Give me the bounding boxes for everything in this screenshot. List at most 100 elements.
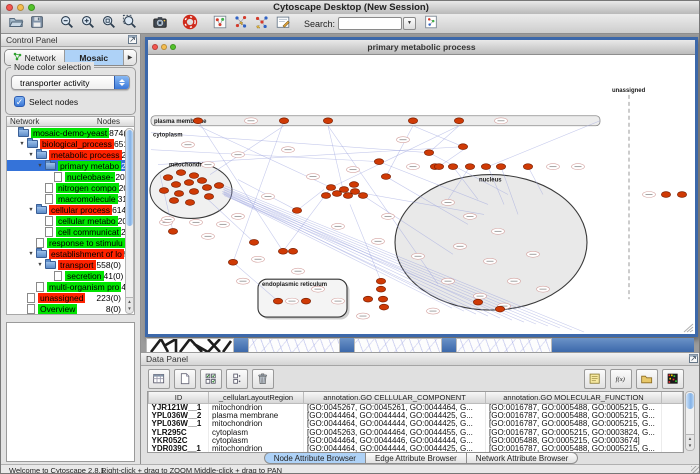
tree-item-secretion[interactable]: secretion41(0) — [7, 270, 134, 281]
import-attributes-button[interactable] — [636, 369, 658, 389]
tree-scrollbar[interactable]: ▲▼ — [125, 128, 134, 314]
network-node[interactable] — [189, 189, 198, 195]
column-header-id[interactable]: ID — [149, 392, 209, 404]
background-window-fragment[interactable] — [248, 338, 340, 352]
scrollbar-buttons[interactable]: ▲▼ — [126, 297, 133, 313]
network-edge[interactable] — [151, 150, 379, 162]
network-node[interactable] — [323, 118, 332, 124]
network-node[interactable] — [424, 150, 433, 156]
background-window-fragment[interactable] — [146, 338, 234, 352]
disclosure-triangle-icon[interactable]: ▼ — [36, 262, 44, 268]
network-node[interactable] — [677, 192, 686, 198]
column-header-annotation-go-cellular-component[interactable]: annotation.GO CELLULAR_COMPONENT — [304, 392, 486, 404]
network-node[interactable] — [204, 194, 213, 200]
disclosure-triangle-icon[interactable]: ▼ — [18, 141, 26, 147]
close-button[interactable] — [6, 4, 13, 11]
function-builder-button[interactable]: f(x) — [610, 369, 632, 389]
network-node[interactable] — [171, 182, 180, 188]
node-color-dropdown[interactable]: transporter activity — [11, 75, 130, 90]
network-node[interactable] — [434, 164, 443, 170]
column-header-cellularlayoutregion[interactable]: _cellularLayoutRegion — [209, 392, 304, 404]
network-node[interactable] — [278, 248, 287, 254]
scrollbar-thumb[interactable] — [686, 393, 694, 409]
birdseye-view[interactable] — [6, 322, 135, 462]
network-node[interactable] — [448, 164, 457, 170]
network-overview-button[interactable] — [420, 13, 441, 31]
network-node[interactable] — [168, 228, 177, 234]
region-nucleus[interactable] — [395, 175, 587, 311]
create-attribute-button[interactable] — [174, 369, 196, 389]
background-window-fragment[interactable] — [456, 338, 552, 352]
scrollbar-thumb[interactable] — [126, 130, 133, 226]
close-button[interactable] — [152, 44, 158, 50]
tree-item-nucleobase[interactable]: nucleobase-209(0) — [7, 171, 134, 182]
tree-item-biological-process[interactable]: ▼biological_process651(0) — [7, 138, 134, 149]
tree-item-unassigned[interactable]: unassigned223(0) — [7, 292, 134, 303]
network-node[interactable] — [185, 200, 194, 206]
delete-attribute-button[interactable] — [252, 369, 274, 389]
disclosure-triangle-icon[interactable]: ▼ — [36, 163, 44, 169]
tree-item-response-to-stimulu[interactable]: response to stimulu264(0) — [7, 237, 134, 248]
tree-item-cellular-metabo[interactable]: cellular metabo209(0) — [7, 215, 134, 226]
network-node[interactable] — [193, 118, 202, 124]
table-scrollbar[interactable]: ▲▼ — [685, 391, 695, 451]
network-node[interactable] — [202, 185, 211, 191]
network-node[interactable] — [523, 164, 532, 170]
table-row[interactable]: YJR121W__1mitochondrion[GO:0045267, GO:0… — [149, 404, 683, 413]
network-node[interactable] — [273, 298, 282, 304]
tree-item-overview[interactable]: Overview8(0) — [7, 303, 134, 314]
zoom-fit-button[interactable] — [98, 13, 119, 31]
zoom-window-button[interactable] — [170, 44, 176, 50]
network-node[interactable] — [376, 278, 385, 284]
network-node[interactable] — [176, 170, 185, 176]
network-node[interactable] — [349, 182, 358, 188]
network-window[interactable]: primary metabolic process plasma membran… — [145, 37, 698, 337]
minimize-button[interactable] — [17, 4, 24, 11]
notes-button[interactable] — [584, 369, 606, 389]
network-node[interactable] — [378, 296, 387, 302]
search-input[interactable] — [338, 17, 402, 30]
search-dropdown-button[interactable]: ▼ — [403, 17, 416, 30]
tree-item-cell-communicat[interactable]: cell communicat22(0) — [7, 226, 134, 237]
tab-node-attribute-browser[interactable]: Node Attribute Browser — [264, 452, 366, 464]
zoom-window-button[interactable] — [28, 4, 35, 11]
network-node[interactable] — [408, 118, 417, 124]
background-windows-strip[interactable] — [146, 338, 694, 352]
network-node[interactable] — [358, 193, 367, 199]
background-window-edge[interactable] — [234, 338, 248, 352]
save-session-button[interactable] — [26, 13, 47, 31]
zoom-selected-button[interactable] — [119, 13, 140, 31]
network-node[interactable] — [343, 193, 352, 199]
network-node[interactable] — [496, 164, 505, 170]
network-edge[interactable] — [331, 126, 459, 188]
network-edge[interactable] — [210, 126, 284, 175]
network-node[interactable] — [197, 178, 206, 184]
network-node[interactable] — [174, 191, 183, 197]
network-edge[interactable] — [488, 121, 600, 167]
tab-overflow-arrow[interactable]: ▶ — [124, 50, 136, 65]
network-window-titlebar[interactable]: primary metabolic process — [148, 40, 695, 55]
background-window-fragment[interactable] — [354, 338, 442, 352]
vizmapper-button[interactable] — [209, 13, 230, 31]
network-node[interactable] — [288, 248, 297, 254]
network-node[interactable] — [376, 286, 385, 292]
layout-spring-button[interactable] — [251, 13, 272, 31]
network-node[interactable] — [454, 118, 463, 124]
network-node[interactable] — [374, 159, 383, 165]
tree-item-cellular-process[interactable]: ▼cellular process614(0) — [7, 204, 134, 215]
network-node[interactable] — [332, 191, 341, 197]
column-header-annotation-go-molecular-function[interactable]: annotation.GO MOLECULAR_FUNCTION — [486, 392, 662, 404]
network-node[interactable] — [249, 239, 258, 245]
network-node[interactable] — [184, 180, 193, 186]
network-node[interactable] — [321, 193, 330, 199]
background-window-edge[interactable] — [340, 338, 354, 352]
tree-item-metabolic-process[interactable]: ▼metabolic process280(0) — [7, 149, 134, 160]
network-node[interactable] — [381, 174, 390, 180]
table-row[interactable]: YPL036W__2plasma membrane[GO:0044464, GO… — [149, 412, 683, 420]
network-node[interactable] — [279, 118, 288, 124]
background-window-edge[interactable] — [442, 338, 456, 352]
zoom-in-button[interactable] — [77, 13, 98, 31]
network-node[interactable] — [292, 208, 301, 214]
show-attributes-button[interactable] — [200, 369, 222, 389]
network-edge[interactable] — [297, 190, 324, 211]
